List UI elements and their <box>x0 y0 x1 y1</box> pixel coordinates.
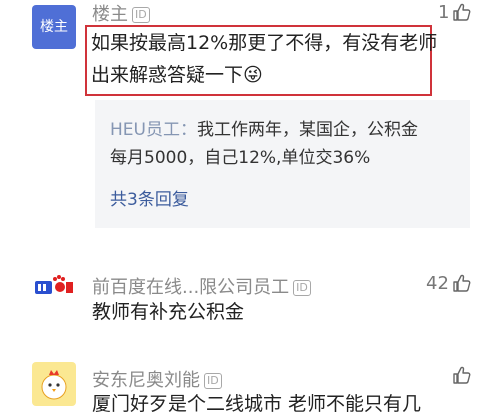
reply-item: HEU员工：我工作两年，某国企，公积金 每月5000，自己12%,单位交36% <box>110 116 418 172</box>
chick-avatar-icon <box>41 370 67 400</box>
id-badge: ID <box>293 280 311 296</box>
like-count: 42 <box>426 273 449 294</box>
comment-content: 厦门好歹是个二线城市 老师不能只有几 <box>92 393 422 415</box>
avatar[interactable] <box>32 268 76 312</box>
like-count: 1 <box>438 2 450 23</box>
comment-line: 出来解惑答疑一下😜 <box>91 64 263 86</box>
username-text: 前百度在线...限公司员工 <box>92 277 290 298</box>
comment-content: 教师有补充公积金 <box>92 301 245 323</box>
username-text: 楼主 <box>92 4 128 25</box>
reply-text-line: 每月5000，自己12%,单位交36% <box>110 148 371 168</box>
comment-content: 如果按最高12%那更了不得，有没有老师 出来解惑答疑一下😜 <box>91 27 437 91</box>
comment-line: 如果按最高12%那更了不得，有没有老师 <box>91 32 438 54</box>
reply-username[interactable]: HEU员工： <box>110 120 197 140</box>
thumbs-up-icon[interactable] <box>452 2 472 22</box>
baidu-logo-icon <box>35 275 73 294</box>
thumbs-up-icon[interactable] <box>452 273 472 293</box>
view-all-replies-link[interactable]: 共3条回复 <box>110 185 189 210</box>
id-badge: ID <box>204 373 222 389</box>
thumbs-up-icon[interactable] <box>452 365 472 385</box>
avatar[interactable]: 楼主 <box>32 5 76 49</box>
comment-username[interactable]: 楼主 ID <box>92 0 150 26</box>
id-badge: ID <box>132 7 150 23</box>
avatar[interactable] <box>32 362 76 406</box>
avatar-label: 楼主 <box>40 19 68 35</box>
grinning-face-emoji: 😜 <box>243 64 263 86</box>
